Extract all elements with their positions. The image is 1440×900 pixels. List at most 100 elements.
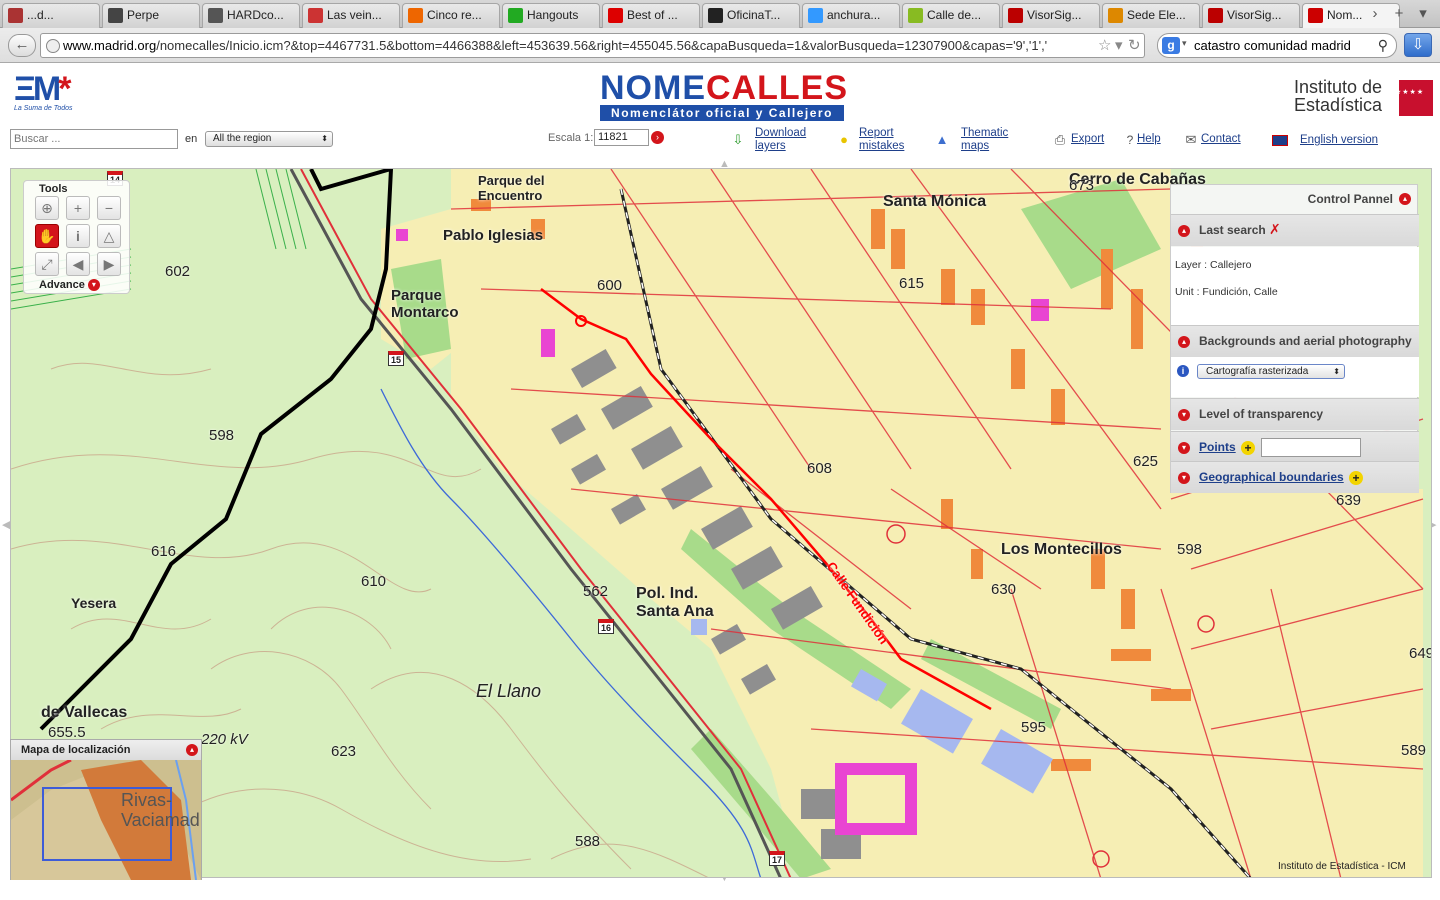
tab-favicon-icon — [708, 8, 723, 23]
last-search-section[interactable]: ▴ Last search ✗ — [1171, 214, 1419, 246]
reload-icon[interactable]: ↻ — [1128, 37, 1141, 54]
points-input[interactable] — [1261, 438, 1361, 457]
clear-search-icon[interactable]: ✗ — [1269, 221, 1281, 238]
browser-tab[interactable]: OficinaT... — [702, 3, 800, 28]
info-icon[interactable]: i — [1177, 365, 1189, 377]
help-link[interactable]: Help — [1137, 133, 1161, 146]
download-layers-link[interactable]: Download layers — [755, 127, 806, 153]
url-text[interactable]: www.madrid.org/nomecalles/Inicio.icm?&to… — [63, 34, 1093, 57]
locator-header[interactable]: Mapa de localización ▴ — [11, 740, 201, 760]
instituto-estadistica-logo[interactable]: Instituto de Estadística ★★★★ — [1290, 72, 1436, 118]
tab-favicon-icon — [1008, 8, 1023, 23]
backgrounds-body: i Cartografía rasterizada ⬍ — [1171, 357, 1419, 397]
spot-height-label: 630 — [991, 581, 1017, 598]
previous-view-icon[interactable]: ◀ — [66, 252, 90, 276]
download-icon[interactable]: ⇩ — [730, 132, 746, 148]
search-engine-dropdown-icon[interactable]: ▾ — [1182, 38, 1187, 49]
boundaries-section[interactable]: ▾ Geographical boundaries + — [1171, 461, 1419, 493]
report-mistakes-link[interactable]: Report mistakes — [859, 127, 904, 153]
browser-tab[interactable]: Las vein... — [302, 3, 400, 28]
backgrounds-section[interactable]: ▴ Backgrounds and aerial photography — [1171, 325, 1419, 357]
browser-tab[interactable]: HARDco... — [202, 3, 300, 28]
contact-link[interactable]: Contact — [1201, 133, 1241, 146]
downloads-button[interactable]: ⇩ — [1404, 33, 1432, 57]
measure-icon[interactable]: △ — [97, 224, 121, 248]
browser-tab[interactable]: Cinco re... — [402, 3, 500, 28]
bookmark-star-icon[interactable]: ☆ — [1098, 37, 1111, 54]
pan-hand-icon[interactable]: ✋ — [35, 224, 59, 248]
scale-label: Escala 1: — [548, 132, 594, 144]
power-line-label: 220 kV — [201, 731, 248, 748]
info-icon[interactable]: i — [66, 224, 90, 248]
spot-height-label: 615 — [899, 275, 925, 292]
next-view-icon[interactable]: ▶ — [97, 252, 121, 276]
dropdown-icon[interactable]: ▾ — [1115, 37, 1123, 54]
browser-tab[interactable]: Best of ... — [602, 3, 700, 28]
spot-height-label: 673 — [1069, 177, 1095, 194]
transparency-section[interactable]: ▾ Level of transparency — [1171, 398, 1419, 430]
english-version-link[interactable]: English version — [1300, 134, 1378, 147]
control-panel-header[interactable]: Control Pannel ▴ — [1171, 185, 1419, 213]
browser-tab[interactable]: Perpe — [102, 3, 200, 28]
thematic-maps-icon[interactable]: ▲ — [934, 132, 950, 148]
expand-icon: ▴ — [1178, 225, 1190, 237]
tabs-scroll-right-icon[interactable]: › — [1366, 4, 1384, 24]
new-tab-icon[interactable]: + — [1390, 4, 1408, 24]
spot-height-label: 649 — [1409, 645, 1432, 662]
search-icon[interactable]: ⚲ — [1378, 37, 1388, 54]
tools-title: Tools — [39, 183, 68, 195]
browser-tab[interactable]: Sede Ele... — [1102, 3, 1200, 28]
full-extent-icon[interactable]: ⤢ — [35, 252, 59, 276]
expand-icon: ▴ — [1178, 336, 1190, 348]
browser-tab[interactable]: anchura... — [802, 3, 900, 28]
browser-tab[interactable]: Hangouts — [502, 3, 600, 28]
map-place-label: Parque Montarco — [391, 287, 459, 321]
em-logo-tagline: La Suma de Todos — [14, 105, 73, 112]
chevron-down-icon: ▾ — [1178, 409, 1190, 421]
tabs-menu-icon[interactable]: ▾ — [1414, 4, 1432, 24]
address-bar[interactable]: www.madrid.org/nomecalles/Inicio.icm?&to… — [40, 33, 1145, 58]
ie-flag-icon: ★★★★ — [1389, 72, 1433, 116]
map-place-label: Los Montecillos — [1001, 541, 1122, 558]
select-arrows-icon: ⬍ — [321, 134, 328, 143]
browser-tab[interactable]: VisorSig... — [1002, 3, 1100, 28]
globe-icon — [46, 39, 60, 53]
nomecalles-logo[interactable]: NOMECALLES Nomenclátor oficial y Calleje… — [600, 69, 848, 123]
export-link[interactable]: Export — [1071, 133, 1104, 146]
lightbulb-icon[interactable]: ● — [836, 132, 852, 148]
search-query[interactable]: catastro comunidad madrid — [1194, 34, 1351, 57]
tab-favicon-icon — [1208, 8, 1223, 23]
cartography-select[interactable]: Cartografía rasterizada ⬍ — [1197, 364, 1345, 379]
chevron-down-icon: ▾ — [87, 279, 100, 292]
scale-input[interactable]: 11821 — [594, 129, 649, 146]
help-icon[interactable]: ? — [1122, 132, 1138, 148]
browser-tab[interactable]: Nom... — [1302, 3, 1400, 29]
zoom-in-icon[interactable]: + — [66, 196, 90, 220]
tab-favicon-icon — [808, 8, 823, 23]
browser-tab[interactable]: VisorSig... — [1202, 3, 1300, 28]
browser-search-box[interactable]: g ▾ catastro comunidad madrid ⚲ — [1157, 33, 1397, 58]
map-place-label: Yesera — [71, 595, 117, 611]
zoom-box-icon[interactable]: ⊕ — [35, 196, 59, 220]
browser-toolbar: ← www.madrid.org/nomecalles/Inicio.icm?&… — [0, 28, 1440, 63]
street-search-input[interactable] — [10, 129, 178, 149]
scale-go-icon[interactable]: › — [651, 131, 664, 144]
browser-tab[interactable]: Calle de... — [902, 3, 1000, 28]
advance-toggle[interactable]: Advance ▾ — [39, 279, 100, 292]
points-section[interactable]: ▾ Points + — [1171, 431, 1419, 463]
madrid-community-logo[interactable]: ΞM* La Suma de Todos — [14, 72, 82, 116]
control-panel: Control Pannel ▴ ▴ Last search ✗ Layer :… — [1170, 184, 1419, 493]
back-button[interactable]: ← — [8, 34, 36, 57]
uk-flag-icon[interactable] — [1272, 135, 1288, 146]
thematic-maps-link[interactable]: Thematic maps — [961, 127, 1008, 153]
nomecalles-title: NOMECALLES — [600, 69, 848, 107]
zoom-out-icon[interactable]: − — [97, 196, 121, 220]
browser-tab[interactable]: ...d... — [2, 3, 100, 28]
last-search-body: Layer : Callejero Unit : Fundición, Call… — [1171, 247, 1419, 325]
envelope-icon[interactable]: ✉ — [1183, 132, 1199, 148]
add-boundaries-icon[interactable]: + — [1349, 471, 1363, 485]
printer-icon[interactable]: ⎙ — [1052, 132, 1068, 148]
add-points-icon[interactable]: + — [1241, 441, 1255, 455]
locator-map[interactable]: Rivas- Vaciamad — [11, 760, 201, 880]
region-select[interactable]: All the region ⬍ — [205, 131, 333, 147]
